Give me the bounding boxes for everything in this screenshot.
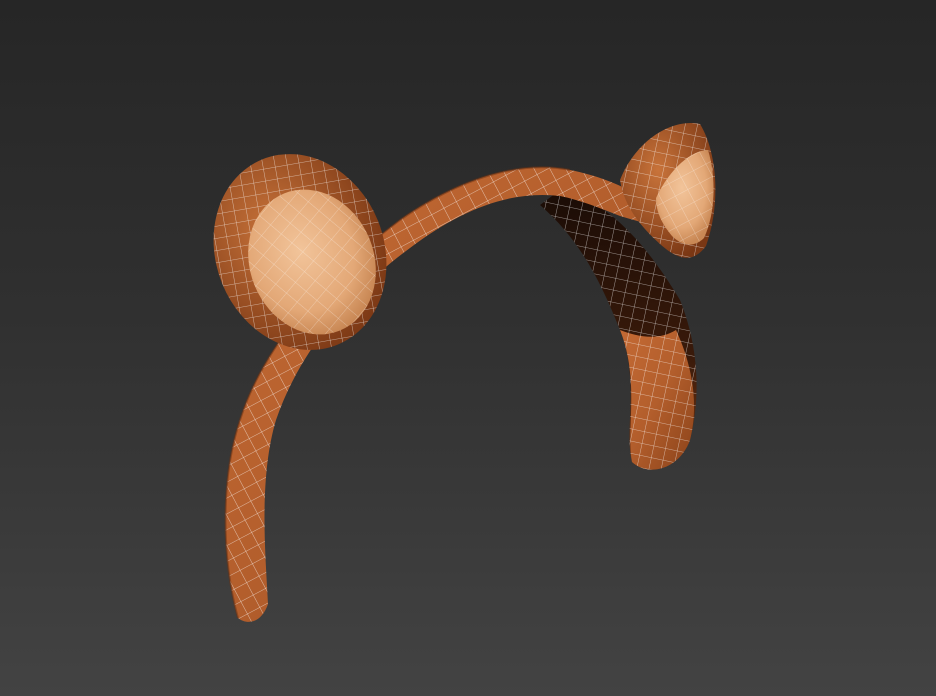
- left-ear: [213, 154, 387, 350]
- model-render: [213, 123, 716, 622]
- 3d-viewport[interactable]: [0, 0, 936, 696]
